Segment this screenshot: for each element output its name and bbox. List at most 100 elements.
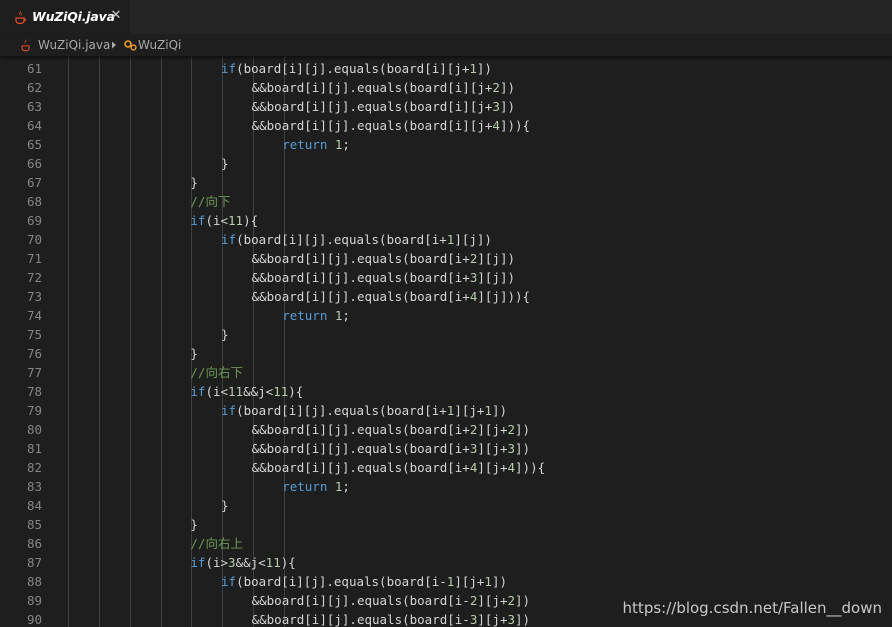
code-line[interactable]: 65 return 1;: [0, 135, 892, 154]
code-token: (board[i][j].equals(board[i+: [236, 403, 447, 418]
code-line[interactable]: 80 &&board[i][j].equals(board[i+2][j+2]): [0, 420, 892, 439]
code-token: ;: [342, 308, 350, 323]
code-line[interactable]: 61 if(board[i][j].equals(board[i][j+1]): [0, 59, 892, 78]
code-token: (board[i][j].equals(board[i-: [236, 574, 447, 589]
code-token: &&board[i][j].equals(board[i+: [251, 251, 470, 266]
code-token: ])){: [499, 118, 531, 133]
code-line[interactable]: 68 //向下: [0, 192, 892, 211]
code-text: return 1;: [282, 477, 350, 496]
code-text: if(board[i][j].equals(board[i][j+1]): [221, 59, 492, 78]
code-token: ][j]): [477, 270, 516, 285]
code-line[interactable]: 78 if(i<11&&j<11){: [0, 382, 892, 401]
code-text: }: [190, 344, 198, 363]
code-token: ][j+: [477, 593, 508, 608]
number-token: 11: [228, 213, 244, 228]
number-token: 1: [484, 403, 492, 418]
number-token: 3: [507, 441, 516, 456]
code-line[interactable]: 63 &&board[i][j].equals(board[i][j+3]): [0, 97, 892, 116]
code-token: ]): [499, 99, 516, 114]
keyword-token: return: [282, 137, 328, 152]
line-number: 90: [26, 612, 42, 627]
code-line[interactable]: 84}: [0, 496, 892, 515]
code-line[interactable]: 62 &&board[i][j].equals(board[i][j+2]): [0, 78, 892, 97]
code-line[interactable]: 87 if(i>3&&j<11){: [0, 553, 892, 572]
code-line[interactable]: 71 &&board[i][j].equals(board[i+2][j]): [0, 249, 892, 268]
code-token: ]): [476, 61, 492, 76]
code-token: ;: [342, 137, 350, 152]
code-text: return 1;: [282, 306, 350, 325]
code-token: ][j+: [477, 460, 508, 475]
line-number: 61: [26, 61, 42, 76]
code-line[interactable]: 81 &&board[i][j].equals(board[i+3][j+3]): [0, 439, 892, 458]
code-line[interactable]: 76}: [0, 344, 892, 363]
code-token: ][j+: [454, 574, 485, 589]
code-token: ][j]): [477, 251, 516, 266]
line-number: 76: [26, 346, 42, 361]
code-token: }: [221, 498, 229, 513]
tab-title: WuZiQi.java: [32, 9, 115, 24]
code-text: }: [190, 173, 198, 192]
breadcrumb: WuZiQi.java WuZiQi: [0, 34, 892, 56]
keyword-token: return: [282, 479, 328, 494]
code-text: }: [221, 325, 229, 344]
code-token: (i<: [205, 384, 229, 399]
number-token: 3: [228, 555, 236, 570]
line-number: 86: [26, 536, 42, 551]
comment-token: //向右下: [190, 365, 243, 380]
code-token: ){: [243, 213, 259, 228]
code-text: &&board[i][j].equals(board[i+2][j]): [252, 249, 515, 268]
code-line[interactable]: 67}: [0, 173, 892, 192]
number-token: 4: [492, 118, 500, 133]
code-token: ;: [342, 479, 350, 494]
line-number: 70: [26, 232, 42, 247]
code-text: if(board[i][j].equals(board[i-1][j+1]): [221, 572, 507, 591]
code-line[interactable]: 70 if(board[i][j].equals(board[i+1][j]): [0, 230, 892, 249]
code-token: ]): [515, 612, 531, 627]
line-number: 68: [26, 194, 42, 209]
close-icon[interactable]: ✕: [110, 8, 122, 24]
code-line[interactable]: 75}: [0, 325, 892, 344]
code-token: ][j])){: [477, 289, 531, 304]
code-line[interactable]: 82 &&board[i][j].equals(board[i+4][j+4]))…: [0, 458, 892, 477]
editor-window: WuZiQi.java ✕ WuZiQi.java WuZiQi 61 if(b…: [0, 0, 892, 627]
line-number: 72: [26, 270, 42, 285]
number-token: 2: [507, 422, 516, 437]
code-token: }: [190, 517, 198, 532]
line-number: 80: [26, 422, 42, 437]
code-line[interactable]: 86 //向右上: [0, 534, 892, 553]
code-line[interactable]: 88 if(board[i][j].equals(board[i-1][j+1]): [0, 572, 892, 591]
code-line[interactable]: 85}: [0, 515, 892, 534]
line-number: 82: [26, 460, 42, 475]
code-text: return 1;: [282, 135, 350, 154]
code-token: &&j<: [235, 555, 266, 570]
code-token: }: [221, 327, 229, 342]
line-number: 85: [26, 517, 42, 532]
line-number: 84: [26, 498, 42, 513]
code-token: }: [190, 175, 198, 190]
code-editor[interactable]: 61 if(board[i][j].equals(board[i][j+1]) 62…: [0, 56, 892, 627]
keyword-token: if: [221, 232, 237, 247]
code-line[interactable]: 72 &&board[i][j].equals(board[i+3][j]): [0, 268, 892, 287]
code-token: &&board[i][j].equals(board[i][j+: [251, 118, 493, 133]
code-token: ){: [288, 384, 304, 399]
code-line[interactable]: 74 return 1;: [0, 306, 892, 325]
code-line[interactable]: 77 //向右下: [0, 363, 892, 382]
code-line[interactable]: 83 return 1;: [0, 477, 892, 496]
code-line[interactable]: 66}: [0, 154, 892, 173]
code-token: &&j<: [243, 384, 274, 399]
number-token: 1: [484, 574, 492, 589]
line-number: 87: [26, 555, 42, 570]
code-line[interactable]: 79 if(board[i][j].equals(board[i+1][j+1]): [0, 401, 892, 420]
code-text: }: [221, 496, 229, 515]
breadcrumb-file-label: WuZiQi.java: [38, 38, 111, 52]
code-line[interactable]: 64 &&board[i][j].equals(board[i][j+4])){: [0, 116, 892, 135]
code-line[interactable]: 69 if(i<11){: [0, 211, 892, 230]
java-file-icon: [15, 10, 26, 25]
code-text: &&board[i][j].equals(board[i+4][j])){: [252, 287, 530, 306]
code-line[interactable]: 73 &&board[i][j].equals(board[i+4][j])){: [0, 287, 892, 306]
code-text: &&board[i][j].equals(board[i][j+4])){: [252, 116, 530, 135]
tab-wuziqi-java[interactable]: WuZiQi.java ✕: [0, 0, 130, 34]
code-token: &&board[i][j].equals(board[i-: [251, 593, 470, 608]
